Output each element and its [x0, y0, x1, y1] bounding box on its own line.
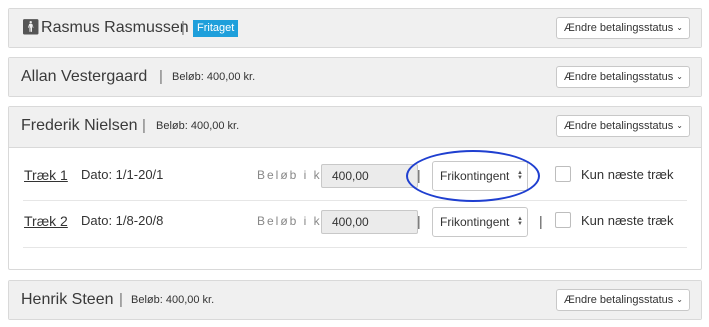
member-panel-frederik: Frederik Nielsen | Beløb: 400,00 kr. Ænd… — [8, 106, 702, 270]
button-label: Ændre betalingsstatus — [563, 71, 674, 83]
chevron-down-icon: ⌄ — [676, 121, 683, 130]
installment-row: Træk 2 Dato: 1/8-20/8 Beløb i kr | Friko… — [9, 201, 701, 241]
panel-header: Frederik Nielsen | Beløb: 400,00 kr. Ænd… — [9, 107, 701, 148]
button-label: Ændre betalingsstatus — [563, 294, 674, 306]
installment-date: Dato: 1/8-20/8 — [81, 213, 164, 228]
amount-label: Beløb i kr — [257, 214, 328, 228]
panel-header: 🚹︎Rasmus Rasmussen | Fritaget Ændre beta… — [9, 9, 701, 47]
separator: | — [417, 167, 421, 183]
select-arrows-icon: ▲ ▼ — [517, 216, 523, 227]
chevron-down-icon: ⌄ — [676, 295, 683, 304]
exempt-badge: Fritaget — [193, 20, 239, 37]
select-value: Frikontingent — [440, 169, 510, 183]
separator: | — [119, 291, 123, 308]
member-panel-rasmus: 🚹︎Rasmus Rasmussen | Fritaget Ændre beta… — [8, 8, 702, 48]
amount-label: Beløb i kr — [257, 168, 328, 182]
checkbox-label: Kun næste træk — [581, 167, 674, 182]
member-name: Allan Vestergaard — [21, 68, 148, 85]
amount-text: Beløb: 400,00 kr. — [131, 294, 215, 306]
panel-header: Allan Vestergaard | Beløb: 400,00 kr. Æn… — [9, 58, 701, 96]
chevron-down-icon: ⌄ — [676, 23, 683, 32]
separator: | — [417, 213, 421, 229]
checkbox-label: Kun næste træk — [581, 213, 674, 228]
person-icon: 🚹︎ — [21, 19, 41, 36]
member-name: Henrik Steen — [21, 291, 114, 308]
next-only-checkbox[interactable] — [555, 166, 571, 182]
installment-link[interactable]: Træk 2 — [24, 201, 68, 241]
select-arrows-icon: ▲ ▼ — [517, 170, 523, 181]
amount-input[interactable] — [321, 210, 418, 234]
change-payment-status-button[interactable]: Ændre betalingsstatus ⌄ — [555, 289, 690, 311]
amount-text: Beløb: 400,00 kr. — [156, 120, 240, 132]
separator: | — [142, 117, 146, 134]
member-panel-henrik: Henrik Steen | Beløb: 400,00 kr. Ændre b… — [8, 280, 702, 320]
installment-row: Træk 1 Dato: 1/1-20/1 Beløb i kr | Friko… — [9, 155, 701, 195]
separator: | — [539, 213, 543, 229]
installment-link[interactable]: Træk 1 — [24, 155, 68, 195]
select-value: Frikontingent — [440, 215, 510, 229]
separator: | — [159, 68, 163, 85]
change-payment-status-button[interactable]: Ændre betalingsstatus ⌄ — [555, 115, 690, 137]
member-name: 🚹︎Rasmus Rasmussen — [21, 19, 189, 36]
divider — [23, 247, 687, 248]
amount-input[interactable] — [321, 164, 418, 188]
member-name: Frederik Nielsen — [21, 117, 138, 134]
payment-type-select[interactable]: Frikontingent ▲ ▼ — [432, 161, 528, 191]
panel-header: Henrik Steen | Beløb: 400,00 kr. Ændre b… — [9, 281, 701, 319]
installment-date: Dato: 1/1-20/1 — [81, 167, 164, 182]
amount-text: Beløb: 400,00 kr. — [172, 71, 256, 83]
member-panel-allan: Allan Vestergaard | Beløb: 400,00 kr. Æn… — [8, 57, 702, 97]
next-only-checkbox[interactable] — [555, 212, 571, 228]
chevron-down-icon: ⌄ — [676, 72, 683, 81]
payment-type-select[interactable]: Frikontingent ▲ ▼ — [432, 207, 528, 237]
button-label: Ændre betalingsstatus — [563, 22, 674, 34]
change-payment-status-button[interactable]: Ændre betalingsstatus ⌄ — [555, 66, 690, 88]
button-label: Ændre betalingsstatus — [563, 120, 674, 132]
separator: | — [181, 19, 185, 36]
change-payment-status-button[interactable]: Ændre betalingsstatus ⌄ — [555, 17, 690, 39]
